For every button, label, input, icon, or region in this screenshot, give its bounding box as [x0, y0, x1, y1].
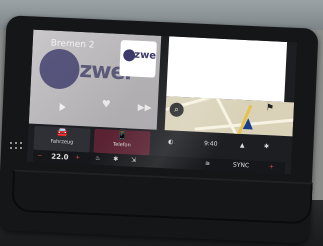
left-temperature: 22.0: [51, 152, 69, 162]
infotainment-screen: Bremen 2 zwei zwei ♥ ▶▶ ⌕ ⚑ 🚘 Fahrzeug 📱…: [26, 29, 298, 175]
defrost-icon[interactable]: ≋: [205, 160, 210, 167]
next-station-icon[interactable]: ▶▶: [137, 103, 151, 114]
dot: [15, 142, 17, 144]
dot: [15, 147, 17, 149]
search-icon[interactable]: ⌕: [169, 102, 184, 118]
map-pin-icon: ⚑: [265, 103, 275, 114]
play-icon[interactable]: [59, 103, 66, 112]
badge-text: zwei: [133, 49, 157, 62]
sync-label[interactable]: SYNC: [233, 162, 249, 170]
alert-icon[interactable]: ▲: [240, 142, 245, 149]
temp-down-left-button[interactable]: −: [37, 152, 42, 159]
dot: [20, 147, 22, 149]
station-logo-icon: [38, 47, 81, 90]
station-badge: zwei: [119, 39, 157, 78]
fan-icon[interactable]: ✱: [264, 143, 269, 150]
temp-up-right-button[interactable]: +: [269, 163, 274, 170]
clock-time: 9:40: [203, 140, 218, 148]
seat-icon[interactable]: ◐: [168, 138, 174, 145]
shortcut-telefon[interactable]: 📱 Telefon: [93, 128, 151, 156]
dot: [10, 147, 12, 149]
navigation-arrow-icon: [242, 117, 254, 130]
dot: [20, 142, 22, 144]
side-menu-icon[interactable]: [10, 142, 24, 152]
photo-scene: Bremen 2 zwei zwei ♥ ▶▶ ⌕ ⚑ 🚘 Fahrzeug 📱…: [0, 0, 323, 246]
dot: [10, 142, 12, 144]
favorite-icon[interactable]: ♥: [102, 99, 111, 110]
seat-heat-icon[interactable]: ♨: [95, 155, 101, 162]
redacted-area: [166, 36, 288, 102]
airflow-icon[interactable]: ⇲: [131, 157, 136, 164]
navigation-map[interactable]: ⌕ ⚑: [164, 96, 295, 137]
temp-up-left-button[interactable]: +: [75, 154, 80, 161]
shortcut-fahrzeug[interactable]: 🚘 Fahrzeug: [33, 125, 91, 153]
fan-speed-icon[interactable]: ✱: [113, 156, 118, 163]
radio-widget[interactable]: Bremen 2 zwei zwei ♥ ▶▶: [28, 29, 162, 130]
